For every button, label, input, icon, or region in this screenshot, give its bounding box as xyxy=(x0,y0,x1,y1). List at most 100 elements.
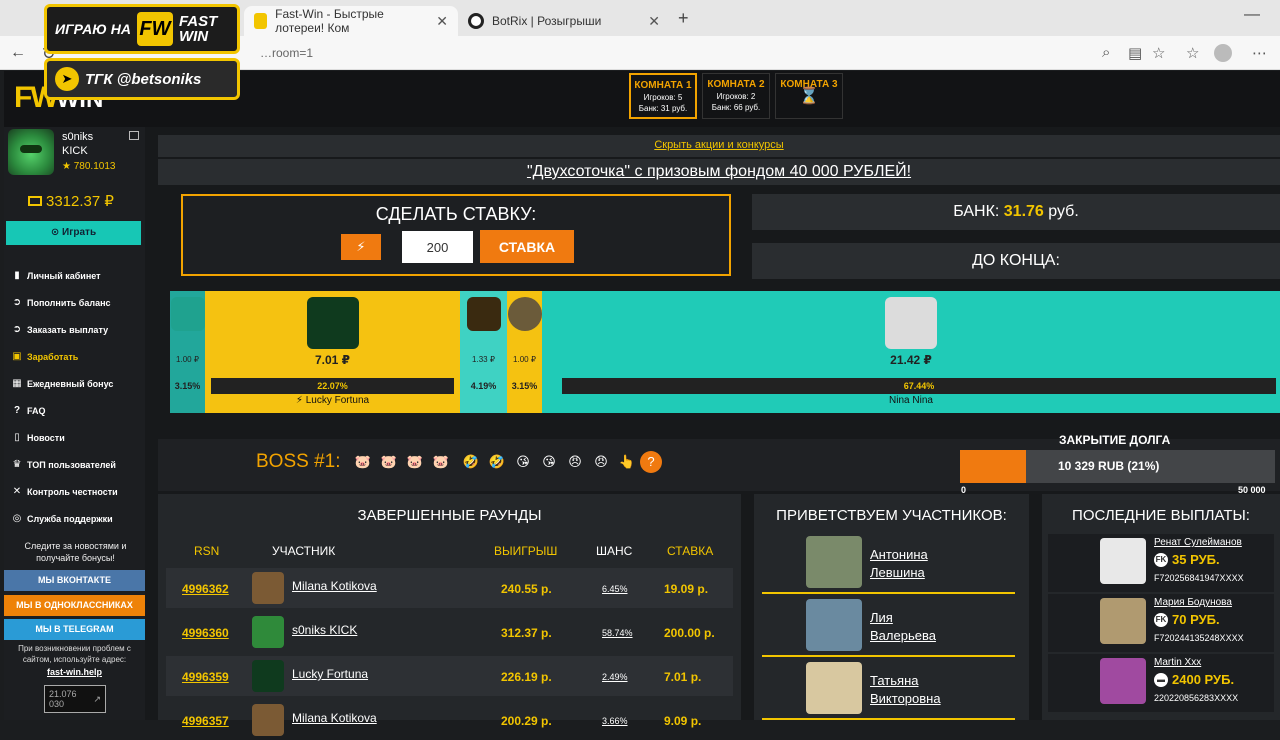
menu-item-icon: ? xyxy=(13,405,21,416)
bank-label: БАНК: xyxy=(953,203,1000,220)
sidebar-item[interactable]: ✕ Контроль честности xyxy=(12,478,142,505)
player-chance: 67.44% xyxy=(562,378,1276,394)
profile-icon[interactable] xyxy=(1214,44,1232,62)
sidebar-item-label: Личный кабинет xyxy=(27,270,101,281)
round-player-link[interactable]: s0niks KICK xyxy=(292,623,357,637)
sidebar-item[interactable]: ▦ Ежедневный бонус xyxy=(12,370,142,397)
room-bank: Банк: 31 руб. xyxy=(638,104,688,113)
payout-name-link[interactable]: Ренат Сулейманов xyxy=(1154,537,1242,548)
promo-banner-link[interactable]: "Двухсоточка" с призовым фондом 40 000 Р… xyxy=(158,159,1280,185)
qr-widget[interactable]: 21.076 030 ↗ xyxy=(44,685,106,713)
player-segment[interactable]: 1.00 ₽ 3.15% xyxy=(507,291,542,413)
round-id-link[interactable]: 4996359 xyxy=(182,670,229,684)
member-last-name: Викторовна xyxy=(870,691,941,706)
room-2-tab[interactable]: КОМНАТА 2 Игроков: 2 Банк: 66 руб. xyxy=(702,73,770,119)
player-segment[interactable]: 7.01 ₽ 22.07% ⚡ Lucky Fortuna xyxy=(205,291,460,413)
player-segment[interactable]: 1.33 ₽ 4.19% xyxy=(460,291,507,413)
reader-icon[interactable]: ▤ xyxy=(1128,44,1142,62)
hide-promos-link[interactable]: Скрыть акции и конкурсы xyxy=(158,135,1280,157)
sidebar-item[interactable]: ▯ Новости xyxy=(12,424,142,451)
minimize-icon[interactable]: — xyxy=(1244,6,1260,24)
payout-name-link[interactable]: Мария Бодунова xyxy=(1154,597,1232,608)
play-button[interactable]: ⊙ Играть xyxy=(6,221,141,245)
player-segment[interactable]: 1.00 ₽ 3.15% xyxy=(170,291,205,413)
qr-text: 21.076 030 xyxy=(49,689,77,709)
round-id-link[interactable]: 4996360 xyxy=(182,626,229,640)
player-amount: 7.01 ₽ xyxy=(314,353,351,367)
room-players: Игроков: 2 xyxy=(716,92,756,101)
zoom-icon[interactable]: ⌕ xyxy=(1102,44,1110,61)
sidebar-item[interactable]: ▣ Заработать xyxy=(12,343,142,370)
favorite-star-icon[interactable]: ☆ xyxy=(1152,44,1165,62)
help-link[interactable]: fast-win.help xyxy=(4,667,145,677)
member-name-link[interactable]: Антонина Левшина xyxy=(870,546,928,582)
vk-button[interactable]: МЫ ВКОНТАКТЕ xyxy=(4,570,145,591)
round-stake: 9.09 р. xyxy=(664,714,702,728)
fastwin-favicon-icon xyxy=(254,13,268,29)
member-first-name: Татьяна xyxy=(870,673,919,688)
quick-bet-bolt-icon[interactable]: ⚡ xyxy=(341,234,381,260)
member-avatar xyxy=(806,599,862,651)
stake-button[interactable]: СТАВКА xyxy=(480,230,574,263)
sidebar-item-label: Новости xyxy=(27,432,65,443)
payment-system-icon: ▬ xyxy=(1154,672,1168,687)
more-icon[interactable]: ⋯ xyxy=(1252,44,1267,62)
username-suffix: KICK xyxy=(62,145,88,157)
payout-card: F720256841947XXXX xyxy=(1154,573,1244,583)
profile-card-icon[interactable] xyxy=(129,131,139,140)
round-id-link[interactable]: 4996362 xyxy=(182,582,229,596)
menu-item-icon: ➲ xyxy=(12,324,22,335)
welcome-title: ПРИВЕТСТВУЕМ УЧАСТНИКОВ: xyxy=(776,507,1007,524)
new-tab-icon[interactable]: + xyxy=(678,8,689,29)
close-tab-icon[interactable]: ✕ xyxy=(648,13,660,30)
back-icon[interactable]: ← xyxy=(10,44,26,62)
sidebar-item[interactable]: ➲ Пополнить баланс xyxy=(12,289,142,316)
round-player-link[interactable]: Milana Kotikova xyxy=(292,579,377,593)
close-tab-icon[interactable]: ✕ xyxy=(436,13,448,30)
sidebar-item[interactable]: ? FAQ xyxy=(12,397,142,424)
room-1-tab[interactable]: КОМНАТА 1 Игроков: 5 Банк: 31 руб. xyxy=(629,73,697,119)
member-name-link[interactable]: Татьяна Викторовна xyxy=(870,672,941,708)
telegram-button[interactable]: МЫ В TELEGRAM xyxy=(4,619,145,640)
hourglass-icon: ⌛ xyxy=(799,88,819,105)
round-chance: 2.49% xyxy=(602,672,628,682)
sidebar-item[interactable]: ➲ Заказать выплату xyxy=(12,316,142,343)
member-name-link[interactable]: Лия Валерьева xyxy=(870,609,936,645)
payout-amount: 35 РУБ. xyxy=(1172,552,1220,567)
sidebar-item[interactable]: ▮ Личный кабинет xyxy=(12,262,142,289)
tab-title: Fast-Win - Быстрые лотереи! Ком xyxy=(275,7,384,35)
player-segment[interactable]: 21.42 ₽ 67.44% Nina Nina xyxy=(542,291,1280,413)
boss-emoji-icon: 😘 xyxy=(516,454,530,469)
tab-botrix[interactable]: BotRix | Розыгрыши ✕ xyxy=(458,6,670,36)
players-strip: 1.00 ₽ 3.15% 7.01 ₽ 22.07% ⚡ Lucky Fortuna 1.… xyxy=(170,291,1280,413)
bank-display: БАНК: 31.76 руб. xyxy=(752,194,1280,230)
sidebar-menu: ▮ Личный кабинет ➲ Пополнить баланс ➲ Заказат… xyxy=(12,262,142,532)
payouts-panel: ПОСЛЕДНИЕ ВЫПЛАТЫ: Ренат Сулейманов FK 35 … xyxy=(1042,494,1280,720)
boss-emoji-icon: 🐷 xyxy=(380,454,398,469)
telegram-label: МЫ В TELEGRAM xyxy=(35,624,114,634)
bank-unit: руб. xyxy=(1048,203,1079,220)
boss-emoji-icon: 👆 xyxy=(618,454,636,469)
member-first-name: Антонина xyxy=(870,547,928,562)
bet-box: СДЕЛАТЬ СТАВКУ: ⚡ СТАВКА xyxy=(181,194,731,276)
boss-emoji-icon: 🤣 xyxy=(462,454,480,469)
round-player-link[interactable]: Milana Kotikova xyxy=(292,711,377,725)
table-row: 4996360 s0niks KICK 312.37 р. 58.74% 200.00 … xyxy=(166,612,733,652)
collections-icon[interactable]: ☆ xyxy=(1186,44,1199,62)
wallet-icon xyxy=(28,196,42,206)
sidebar-item[interactable]: ◎ Служба поддержки xyxy=(12,505,142,532)
payout-name-link[interactable]: Martin Xxx xyxy=(1154,657,1201,668)
round-player-link[interactable]: Lucky Fortuna xyxy=(292,667,368,681)
bet-amount-input[interactable] xyxy=(402,231,473,263)
ok-button[interactable]: МЫ В ОДНОКЛАССНИКАХ xyxy=(4,595,145,616)
round-chance: 3.66% xyxy=(602,716,628,726)
room-3-tab[interactable]: КОМНАТА 3 ⌛ xyxy=(775,73,843,119)
round-id-link[interactable]: 4996357 xyxy=(182,714,229,728)
menu-item-icon: ✕ xyxy=(12,486,22,497)
sidebar-item[interactable]: ♛ ТОП пользователей xyxy=(12,451,142,478)
user-card[interactable]: s0niks KICK ★ 780.1013 xyxy=(6,127,145,177)
player-avatar xyxy=(466,297,501,331)
tab-fastwin[interactable]: Fast-Win - Быстрые лотереи! Ком ✕ xyxy=(244,6,458,36)
brand-win: WIN xyxy=(178,28,209,45)
payout-card: 220220856283XXXX xyxy=(1154,693,1239,703)
